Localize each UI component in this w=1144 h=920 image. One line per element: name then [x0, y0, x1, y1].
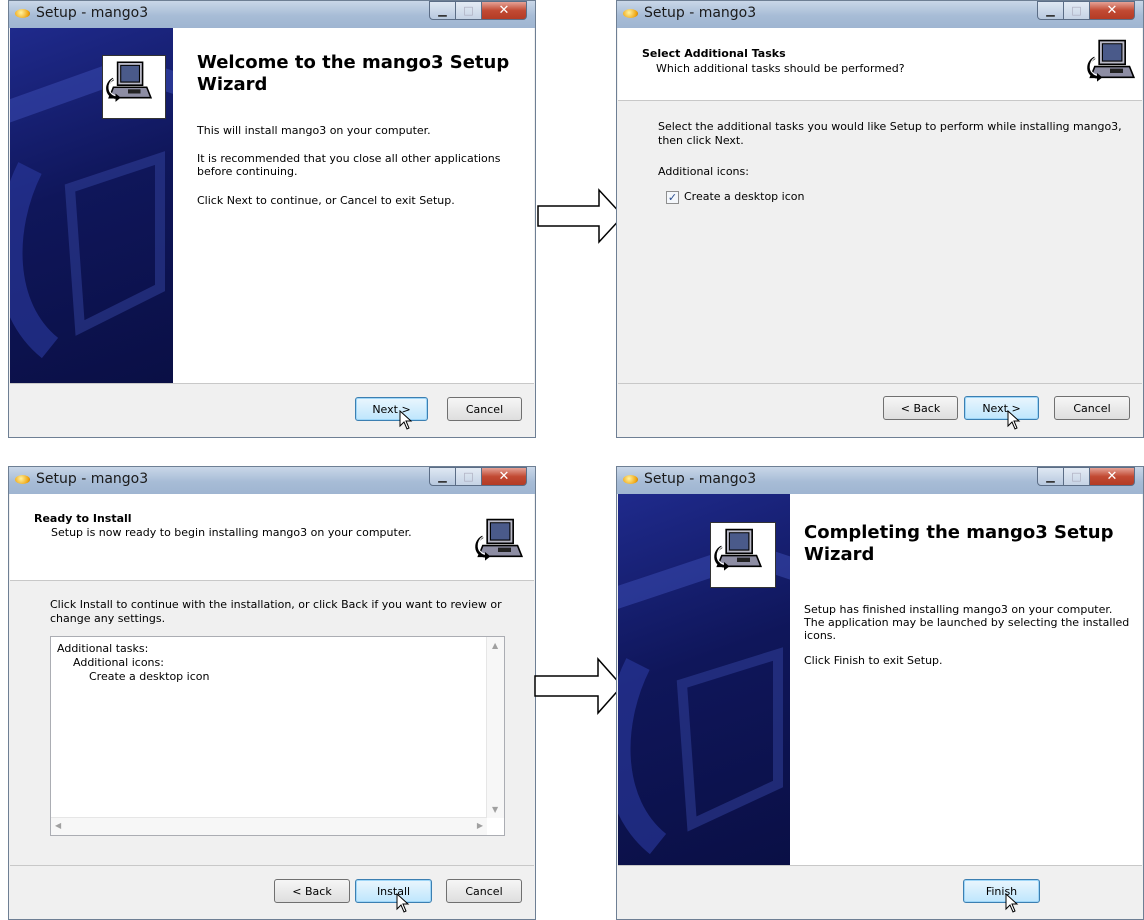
wizard-client: Select Additional Tasks Which additional…: [618, 28, 1142, 436]
finish-text: Setup has finished installing mango3 on …: [804, 603, 1130, 642]
close-icon[interactable]: ✕: [1090, 1, 1135, 20]
setup-window-ready: Setup - mango3 ▁ □ ✕ Ready to Install Se…: [8, 466, 536, 920]
app-icon: [15, 475, 30, 484]
wizard-footer: < Back Next > Cancel: [618, 383, 1142, 436]
memo-line: Create a desktop icon: [89, 670, 210, 683]
title-bar[interactable]: Setup - mango3 ▁ □ ✕: [9, 1, 535, 28]
finish-heading: Completing the mango3 Setup Wizard: [804, 522, 1114, 565]
wizard-client: Welcome to the mango3 Setup Wizard This …: [10, 28, 534, 436]
wizard-client: Ready to Install Setup is now ready to b…: [10, 494, 534, 918]
wizard-footer: < Back Install Cancel: [10, 865, 534, 918]
setup-window-finish: Setup - mango3 ▁ □ ✕ Completing the mang…: [616, 466, 1144, 920]
wizard-side-banner: [10, 28, 173, 384]
back-button[interactable]: < Back: [883, 396, 958, 420]
wizard-header: Ready to Install Setup is now ready to b…: [10, 494, 534, 581]
page-subtitle: Setup is now ready to begin installing m…: [51, 526, 412, 539]
wizard-footer: Finish: [618, 865, 1142, 918]
checkbox-label[interactable]: Create a desktop icon: [684, 190, 984, 204]
maximize-icon[interactable]: □: [456, 467, 482, 486]
wizard-page-body: Select the additional tasks you would li…: [618, 101, 1142, 384]
wizard-footer: Next > Cancel: [10, 383, 534, 436]
welcome-heading: Welcome to the mango3 Setup Wizard: [197, 52, 510, 95]
mouse-cursor-icon: [396, 893, 410, 913]
vertical-scrollbar[interactable]: ▲ ▼: [486, 637, 504, 818]
cancel-button[interactable]: Cancel: [447, 397, 522, 421]
install-summary-memo[interactable]: Additional tasks: Additional icons: Crea…: [50, 636, 505, 836]
window-title: Setup - mango3: [36, 471, 149, 487]
close-icon[interactable]: ✕: [482, 467, 527, 486]
app-icon: [15, 9, 30, 18]
arrow-right-icon: [534, 657, 624, 715]
back-button[interactable]: < Back: [274, 879, 350, 903]
mouse-cursor-icon: [1005, 893, 1019, 913]
close-icon[interactable]: ✕: [482, 1, 527, 20]
group-label: Additional icons:: [658, 165, 749, 178]
setup-window-welcome: Setup - mango3 ▁ □ ✕ Welcome to the mang…: [8, 0, 536, 438]
computer-install-icon: [102, 55, 166, 119]
intro-text: This will install mango3 on your compute…: [197, 124, 431, 137]
maximize-icon[interactable]: □: [1064, 467, 1090, 486]
memo-line: Additional tasks:: [57, 642, 149, 655]
mouse-cursor-icon: [1007, 410, 1021, 430]
continue-text: Click Next to continue, or Cancel to exi…: [197, 194, 455, 207]
computer-install-icon: [469, 510, 527, 568]
recommend-text: It is recommended that you close all oth…: [197, 152, 501, 178]
maximize-icon[interactable]: □: [456, 1, 482, 20]
ready-intro: Click Install to continue with the insta…: [50, 598, 502, 625]
desktop-icon-checkbox[interactable]: ✓: [666, 191, 679, 204]
close-icon[interactable]: ✕: [1090, 467, 1135, 486]
wizard-header: Select Additional Tasks Which additional…: [618, 28, 1142, 101]
title-bar[interactable]: Setup - mango3 ▁ □ ✕: [9, 467, 535, 494]
computer-install-icon: [1081, 31, 1139, 89]
tasks-intro: Select the additional tasks you would li…: [658, 120, 1122, 147]
page-title: Ready to Install: [34, 512, 132, 525]
window-title: Setup - mango3: [644, 5, 757, 21]
wizard-page-body: Click Install to continue with the insta…: [10, 581, 534, 866]
wizard-side-banner: [618, 494, 790, 866]
mouse-cursor-icon: [399, 410, 413, 430]
computer-install-icon: [710, 522, 776, 588]
maximize-icon[interactable]: □: [1064, 1, 1090, 20]
app-icon: [623, 475, 638, 484]
minimize-icon[interactable]: ▁: [1037, 467, 1064, 486]
title-bar[interactable]: Setup - mango3 ▁ □ ✕: [617, 467, 1143, 494]
next-button[interactable]: Next >: [355, 397, 428, 421]
app-icon: [623, 9, 638, 18]
arrow-right-icon: [537, 188, 625, 244]
minimize-icon[interactable]: ▁: [429, 1, 456, 20]
exit-text: Click Finish to exit Setup.: [804, 654, 943, 667]
install-button[interactable]: Install: [355, 879, 432, 903]
setup-window-tasks: Setup - mango3 ▁ □ ✕ Select Additional T…: [616, 0, 1144, 438]
page-title: Select Additional Tasks: [642, 47, 786, 60]
cancel-button[interactable]: Cancel: [446, 879, 522, 903]
checkmark-icon: ✓: [667, 191, 678, 204]
title-bar[interactable]: Setup - mango3 ▁ □ ✕: [617, 1, 1143, 28]
minimize-icon[interactable]: ▁: [1037, 1, 1064, 20]
window-title: Setup - mango3: [644, 471, 757, 487]
window-title: Setup - mango3: [36, 5, 149, 21]
memo-line: Additional icons:: [73, 656, 164, 669]
wizard-client: Completing the mango3 Setup Wizard Setup…: [618, 494, 1142, 918]
cancel-button[interactable]: Cancel: [1054, 396, 1130, 420]
next-button[interactable]: Next >: [964, 396, 1039, 420]
horizontal-scrollbar[interactable]: ◀ ▶: [51, 817, 487, 835]
minimize-icon[interactable]: ▁: [429, 467, 456, 486]
page-subtitle: Which additional tasks should be perform…: [656, 62, 905, 75]
finish-button[interactable]: Finish: [963, 879, 1040, 903]
